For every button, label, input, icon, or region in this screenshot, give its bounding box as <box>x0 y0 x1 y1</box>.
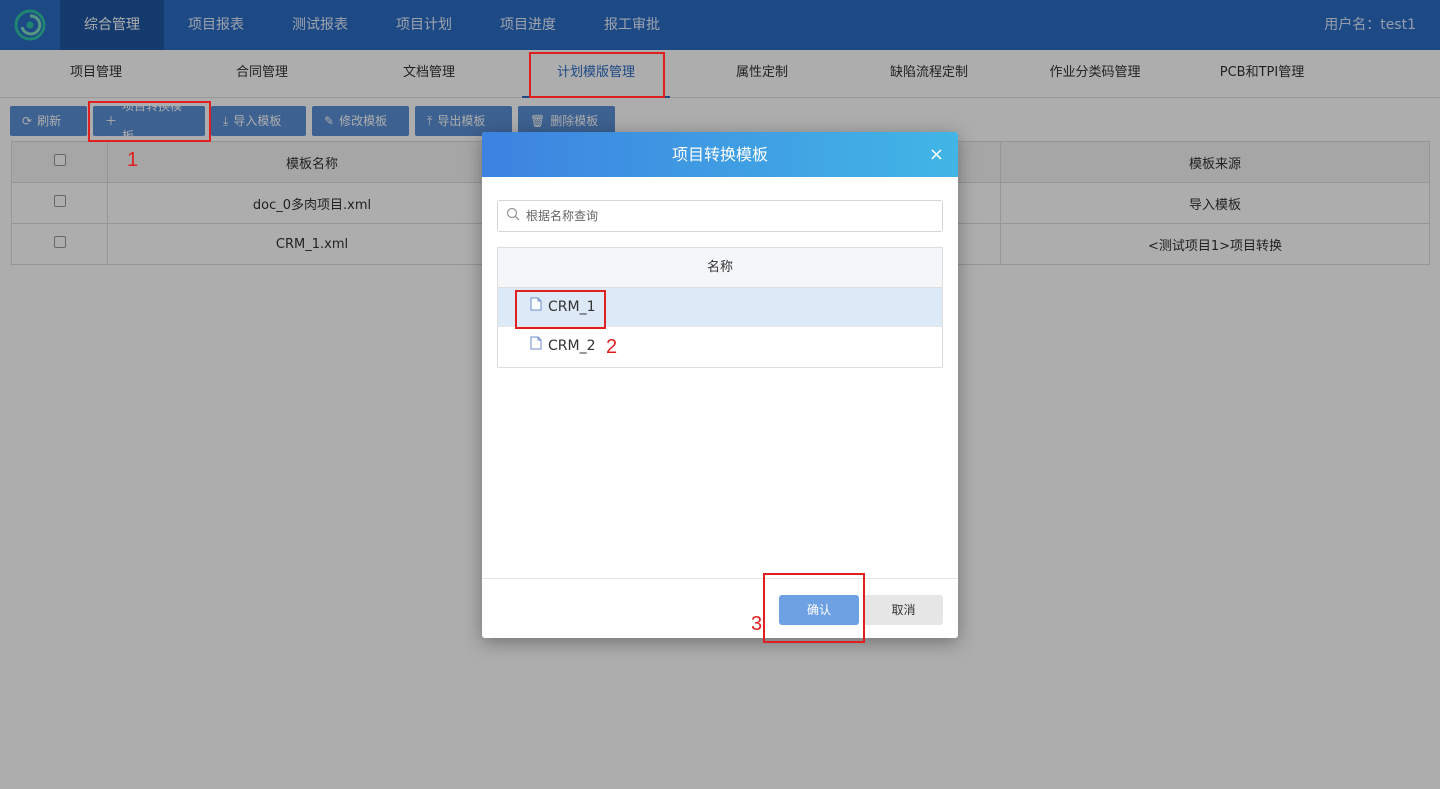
list-header: 名称 <box>498 248 942 288</box>
convert-template-dialog: 项目转换模板 × 名称 CRM_1 CRM_2 确认 取消 <box>482 132 958 638</box>
dialog-title: 项目转换模板 <box>671 145 768 164</box>
annotation-number-3: 3 <box>751 613 763 635</box>
search-input[interactable] <box>526 209 926 223</box>
annotation-box-convert <box>88 101 211 142</box>
annotation-box-confirm <box>763 573 865 643</box>
annotation-number-2: 2 <box>606 336 618 358</box>
list-item-label: CRM_2 <box>548 338 596 354</box>
file-icon <box>530 327 542 366</box>
annotation-box-crm1 <box>515 290 606 329</box>
annotation-number-1: 1 <box>127 149 139 171</box>
search-icon <box>506 207 520 225</box>
annotation-box-tab <box>529 52 665 98</box>
dialog-header: 项目转换模板 × <box>482 132 958 177</box>
list-item[interactable]: CRM_2 <box>498 327 942 366</box>
cancel-button[interactable]: 取消 <box>864 595 943 625</box>
close-icon[interactable]: × <box>929 132 944 177</box>
search-field <box>497 200 943 232</box>
dialog-footer: 确认 取消 <box>482 578 958 638</box>
